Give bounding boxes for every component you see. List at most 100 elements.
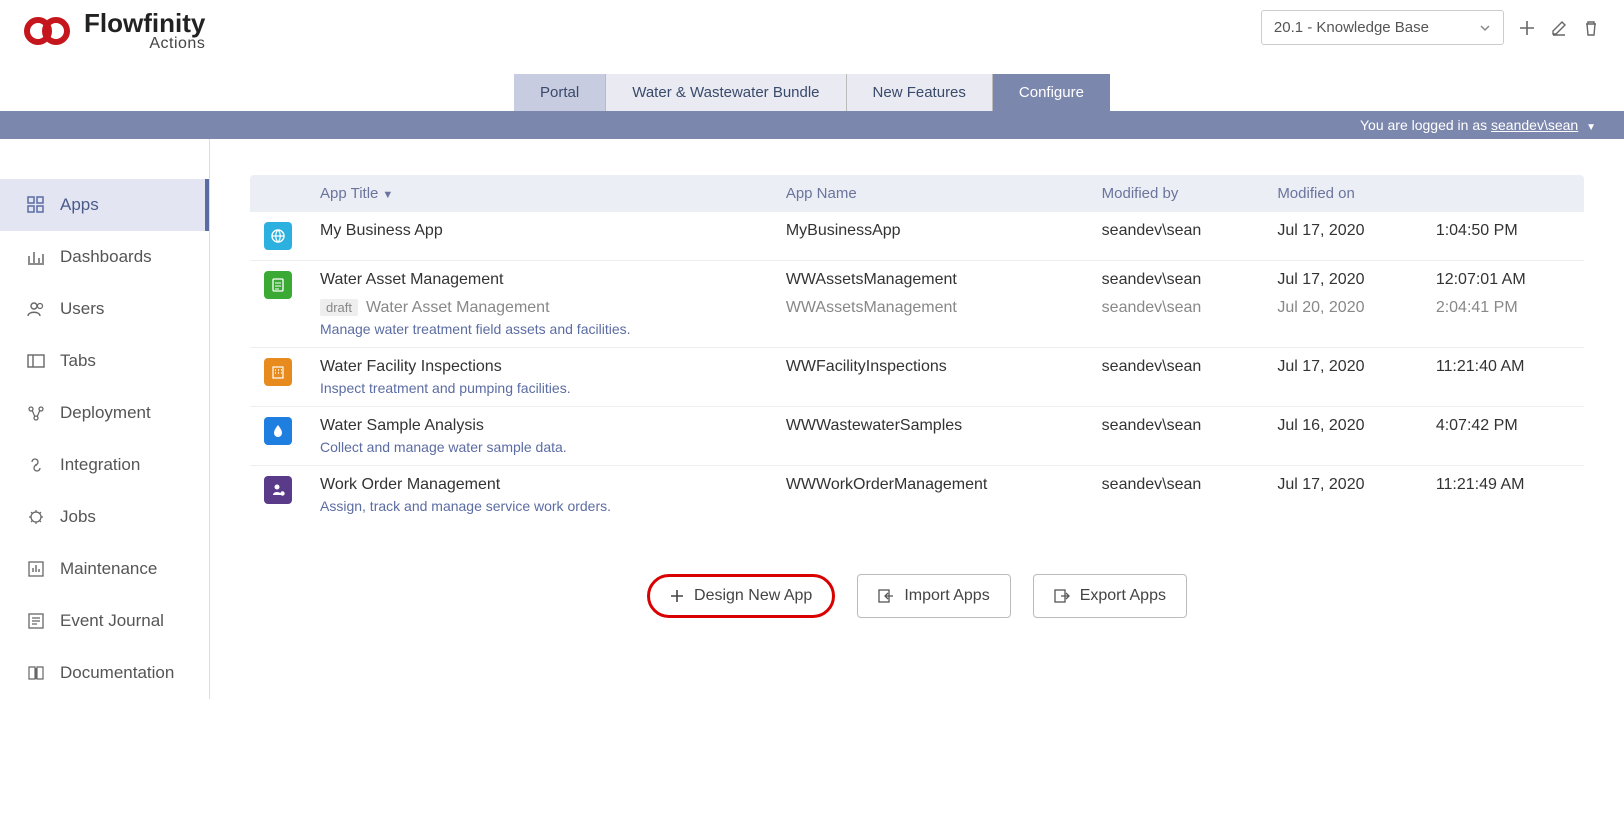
cell-title: Water Facility Inspections — [320, 358, 758, 376]
sidebar-item-label: Apps — [60, 195, 99, 215]
brand-name: Flowfinity — [84, 10, 205, 36]
button-label: Import Apps — [904, 587, 989, 605]
sidebar-item-dashboards[interactable]: Dashboards — [0, 231, 209, 283]
cell-modby: seandev\sean — [1088, 212, 1264, 261]
kb-version-label: 20.1 - Knowledge Base — [1274, 19, 1429, 36]
sidebar-item-tabs[interactable]: Tabs — [0, 335, 209, 387]
button-label: Design New App — [694, 587, 812, 605]
sidebar-item-label: Maintenance — [60, 559, 157, 579]
trash-icon[interactable] — [1582, 19, 1600, 37]
design-new-app-button[interactable]: Design New App — [647, 574, 835, 618]
table-row[interactable]: Water Sample Analysis Collect and manage… — [250, 407, 1584, 466]
maintenance-icon — [26, 559, 46, 579]
cell-time: 1:04:50 PM — [1422, 212, 1584, 261]
chevron-down-icon — [1479, 22, 1491, 34]
apps-icon — [26, 195, 46, 215]
draft-time: 2:04:41 PM — [1436, 299, 1570, 317]
app-icon-building — [264, 358, 292, 386]
table-row[interactable]: My Business App MyBusinessApp seandev\se… — [250, 212, 1584, 261]
login-user-link[interactable]: seandev\sean — [1491, 117, 1578, 133]
sidebar-item-jobs[interactable]: Jobs — [0, 491, 209, 543]
sidebar-item-label: Event Journal — [60, 611, 164, 631]
sidebar-item-users[interactable]: Users — [0, 283, 209, 335]
sidebar-item-integration[interactable]: Integration — [0, 439, 209, 491]
cell-modby: seandev\sean — [1102, 271, 1250, 289]
draft-modby: seandev\sean — [1102, 299, 1250, 317]
table-row[interactable]: Water Facility Inspections Inspect treat… — [250, 348, 1584, 407]
draft-name: WWAssetsManagement — [786, 299, 1074, 317]
col-header-modby[interactable]: Modified by — [1088, 175, 1264, 212]
sidebar-item-label: Integration — [60, 455, 140, 475]
cell-title: Water Sample Analysis — [320, 417, 758, 435]
tabs-icon — [26, 351, 46, 371]
draft-badge: draft — [320, 299, 358, 316]
cell-title: Work Order Management — [320, 476, 758, 494]
export-apps-button[interactable]: Export Apps — [1033, 574, 1187, 618]
sidebar-item-label: Users — [60, 299, 104, 319]
sidebar-item-label: Tabs — [60, 351, 96, 371]
cell-name: WWWastewaterSamples — [772, 407, 1088, 466]
import-icon — [878, 589, 894, 603]
caret-down-icon: ▼ — [1586, 122, 1596, 133]
sidebar-item-apps[interactable]: Apps — [0, 179, 209, 231]
cell-title: My Business App — [306, 212, 772, 261]
sidebar-item-label: Jobs — [60, 507, 96, 527]
add-icon[interactable] — [1518, 19, 1536, 37]
documentation-icon — [26, 663, 46, 683]
app-icon-user-task — [264, 476, 292, 504]
sidebar-item-documentation[interactable]: Documentation — [0, 647, 209, 699]
cell-date: Jul 17, 2020 — [1277, 271, 1408, 289]
cell-date: Jul 17, 2020 — [1263, 348, 1422, 407]
tab-portal[interactable]: Portal — [514, 74, 606, 111]
tab-new-features[interactable]: New Features — [847, 74, 993, 111]
cell-date: Jul 17, 2020 — [1263, 212, 1422, 261]
cell-desc: Inspect treatment and pumping facilities… — [320, 380, 758, 396]
cell-name: WWWorkOrderManagement — [772, 466, 1088, 525]
table-row[interactable]: Work Order Management Assign, track and … — [250, 466, 1584, 525]
sidebar-item-label: Dashboards — [60, 247, 152, 267]
cell-time: 11:21:49 AM — [1422, 466, 1584, 525]
cell-title: Water Asset Management — [320, 271, 758, 289]
table-row[interactable]: Water Asset Management draft Water Asset … — [250, 261, 1584, 348]
app-icon-clipboard — [264, 271, 292, 299]
cell-modby: seandev\sean — [1088, 407, 1264, 466]
main-tabs: Portal Water & Wastewater Bundle New Fea… — [514, 74, 1110, 111]
kb-version-dropdown[interactable]: 20.1 - Knowledge Base — [1261, 10, 1504, 45]
sidebar-item-label: Documentation — [60, 663, 174, 683]
cell-desc: Manage water treatment field assets and … — [320, 321, 758, 337]
users-icon — [26, 299, 46, 319]
sort-desc-icon: ▼ — [382, 189, 393, 201]
login-status-bar: You are logged in as seandev\sean ▼ — [0, 111, 1624, 139]
col-header-name[interactable]: App Name — [772, 175, 1088, 212]
event-journal-icon — [26, 611, 46, 631]
draft-title: Water Asset Management — [366, 299, 550, 316]
col-header-title[interactable]: App Title▼ — [306, 175, 772, 212]
dashboards-icon — [26, 247, 46, 267]
edit-icon[interactable] — [1550, 19, 1568, 37]
cell-name: WWAssetsManagement — [786, 271, 1074, 289]
cell-desc: Collect and manage water sample data. — [320, 439, 758, 455]
sidebar-item-event-journal[interactable]: Event Journal — [0, 595, 209, 647]
cell-desc: Assign, track and manage service work or… — [320, 498, 758, 514]
export-icon — [1054, 589, 1070, 603]
button-label: Export Apps — [1080, 587, 1166, 605]
app-icon-drop — [264, 417, 292, 445]
col-header-modon[interactable]: Modified on — [1263, 175, 1584, 212]
tab-configure[interactable]: Configure — [993, 74, 1110, 111]
cell-name: WWFacilityInspections — [772, 348, 1088, 407]
import-apps-button[interactable]: Import Apps — [857, 574, 1010, 618]
sidebar-item-maintenance[interactable]: Maintenance — [0, 543, 209, 595]
tab-bundle[interactable]: Water & Wastewater Bundle — [606, 74, 846, 111]
draft-date: Jul 20, 2020 — [1277, 299, 1408, 317]
cell-date: Jul 17, 2020 — [1263, 466, 1422, 525]
apps-table: App Title▼ App Name Modified by Modified… — [250, 175, 1584, 524]
sidebar-item-deployment[interactable]: Deployment — [0, 387, 209, 439]
app-icon-globe — [264, 222, 292, 250]
plus-icon — [670, 589, 684, 603]
deployment-icon — [26, 403, 46, 423]
cell-name: MyBusinessApp — [772, 212, 1088, 261]
jobs-icon — [26, 507, 46, 527]
sidebar: Apps Dashboards Users Tabs Deployment In… — [0, 139, 210, 699]
cell-date: Jul 16, 2020 — [1263, 407, 1422, 466]
cell-time: 12:07:01 AM — [1436, 271, 1570, 289]
